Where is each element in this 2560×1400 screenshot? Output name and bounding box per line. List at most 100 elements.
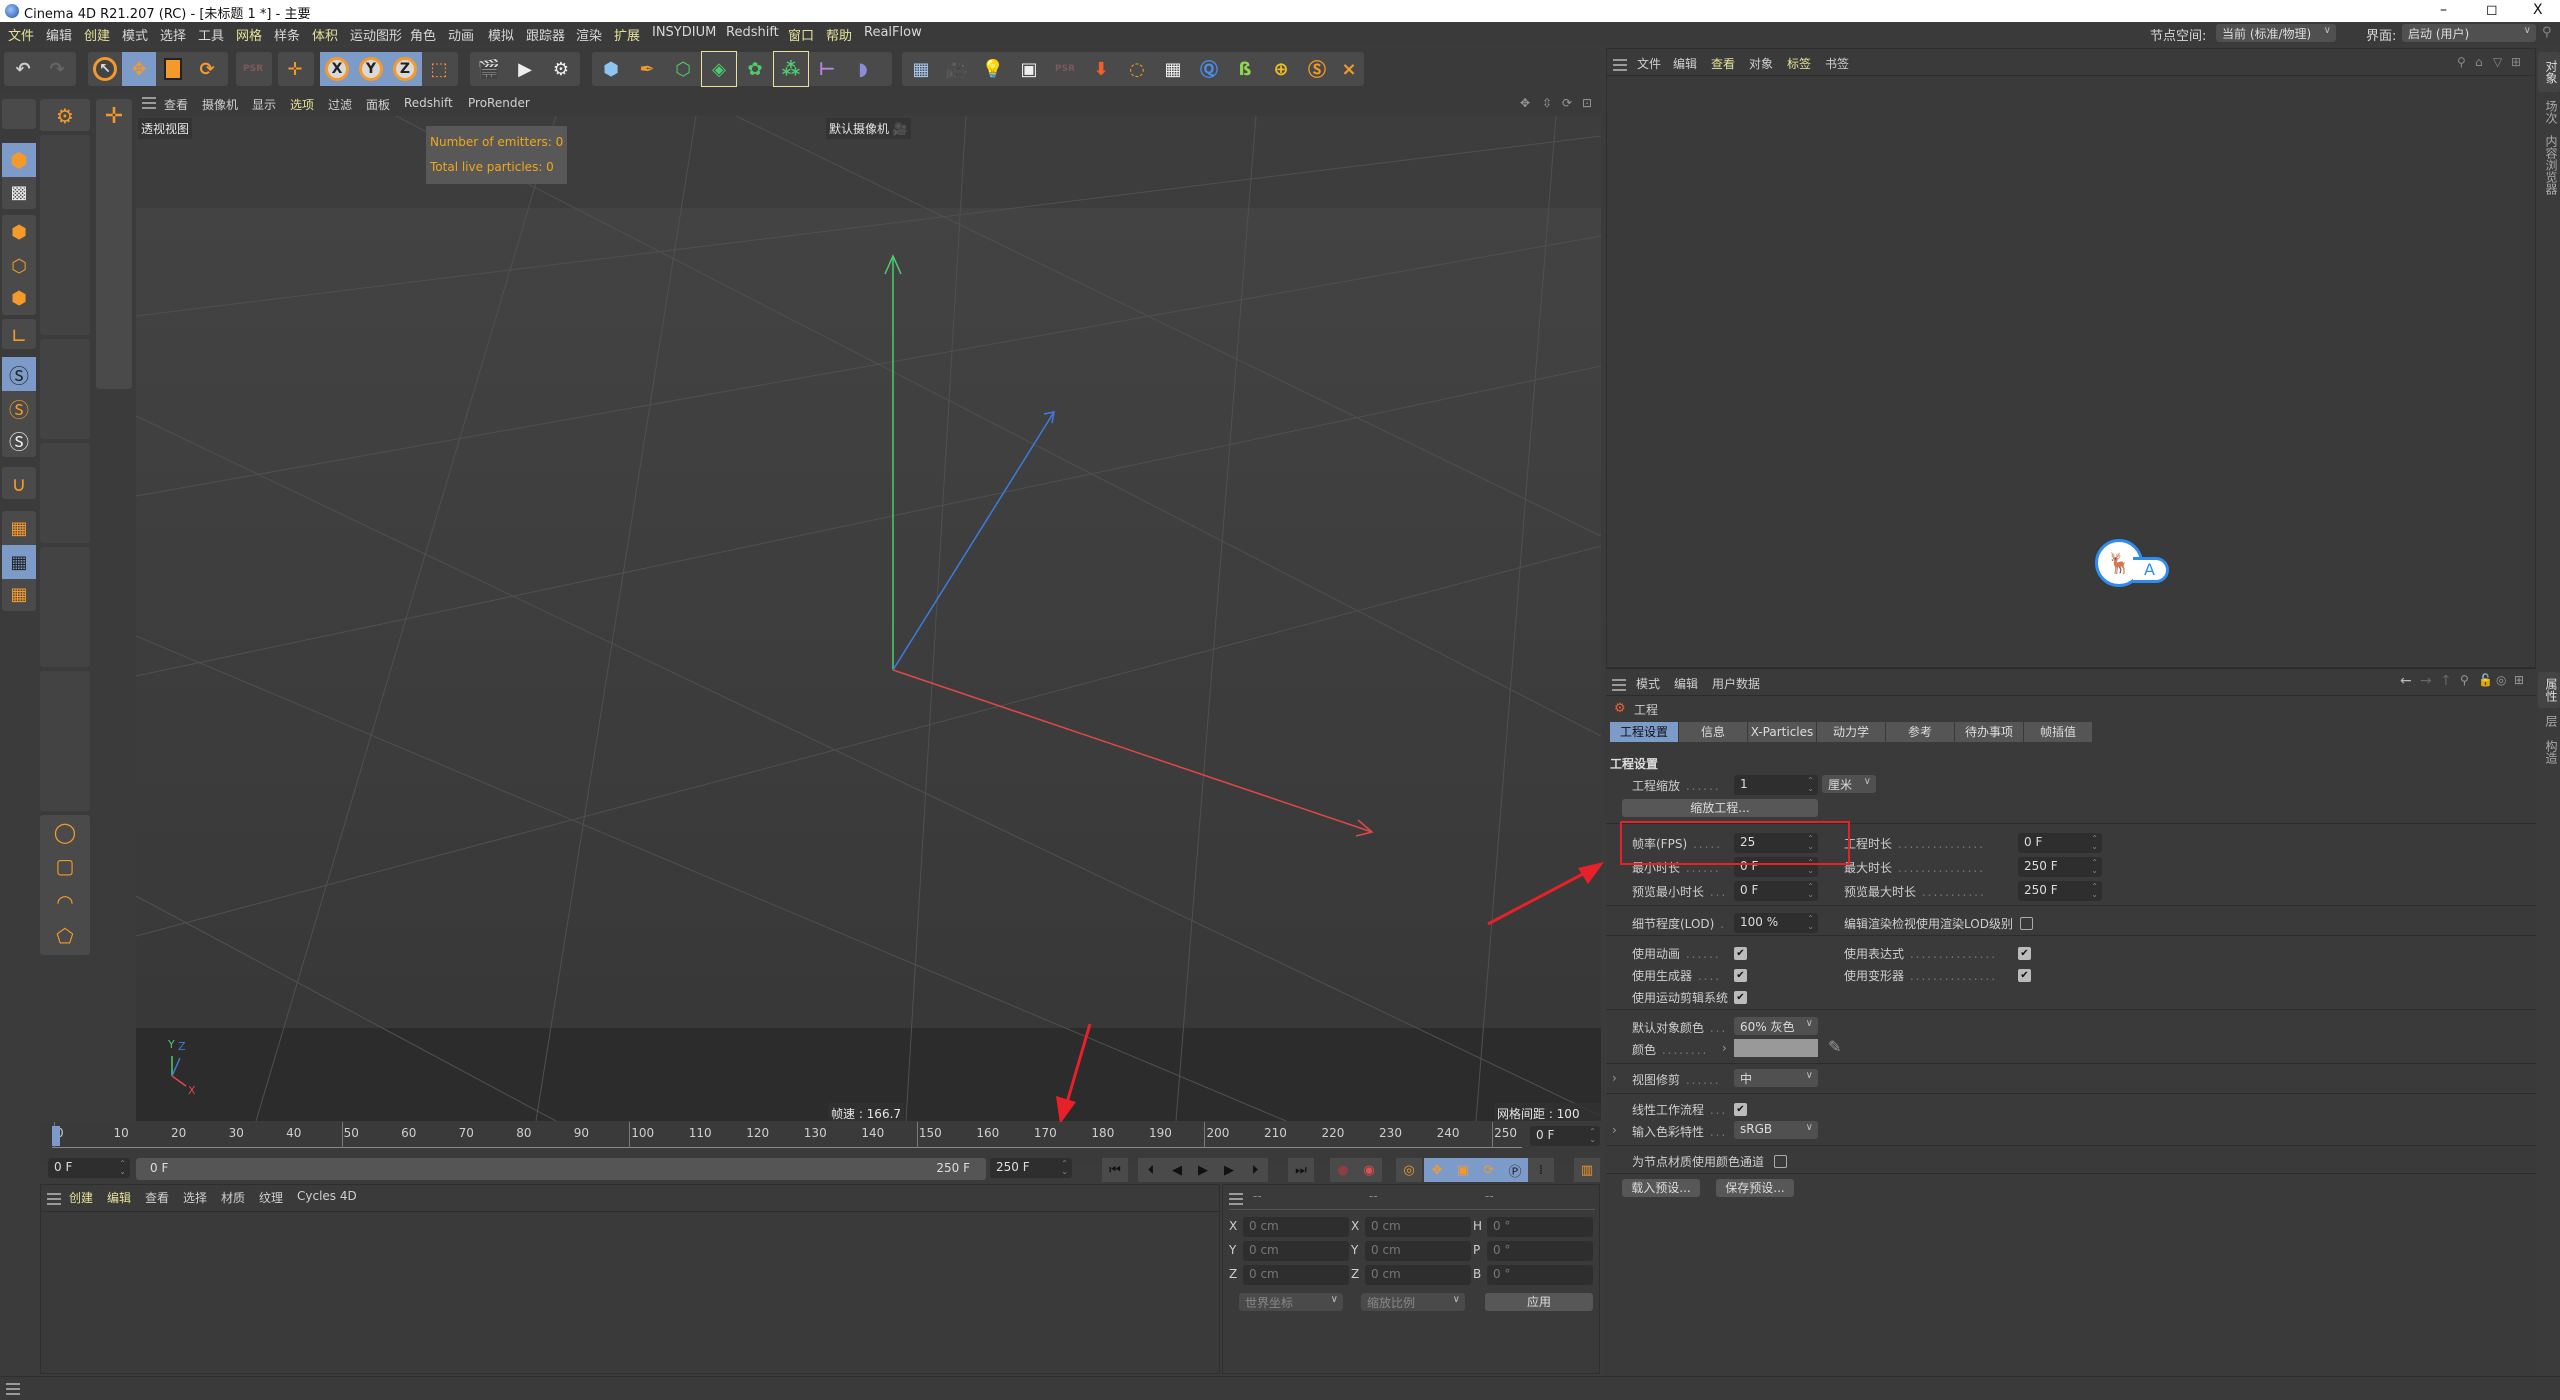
minimize-button[interactable]: –: [2440, 2, 2447, 18]
next-frame-button[interactable]: ▶: [1216, 1158, 1242, 1182]
restore-button[interactable]: ◻: [2486, 2, 2498, 18]
timeline-window-icon[interactable]: ▥: [1574, 1158, 1600, 1182]
subdivision-icon[interactable]: ⬡: [666, 52, 700, 86]
go-to-start-button[interactable]: ⏮: [1102, 1158, 1128, 1182]
layout-dropdown[interactable]: 启动 (用户) ∨: [2402, 24, 2536, 42]
new-window-icon[interactable]: ⊞: [2511, 55, 2521, 69]
coord-value-field[interactable]: 0 °: [1487, 1241, 1593, 1261]
frame-ruler[interactable]: 0102030405060708090100110120130140150160…: [52, 1122, 1522, 1148]
default-color-dropdown[interactable]: 60% 灰色 ∨: [1734, 1017, 1818, 1035]
z-axis-lock-button[interactable]: Z: [388, 52, 422, 86]
use-motion-checkbox[interactable]: ✔: [1734, 991, 1747, 1004]
expand-arrow-icon[interactable]: ›: [1722, 1041, 1727, 1055]
play-button[interactable]: ▶: [1190, 1158, 1216, 1182]
viewport-menu-prorender[interactable]: ProRender: [468, 96, 530, 110]
node-color-checkbox[interactable]: [1774, 1155, 1787, 1168]
move-tool-icon[interactable]: ✥: [122, 52, 156, 86]
field-icon[interactable]: ◗: [846, 52, 880, 86]
maximize-view-icon[interactable]: ⊡: [1582, 96, 1592, 110]
menu-render[interactable]: 渲染: [576, 25, 602, 44]
scale-tool-icon[interactable]: [156, 52, 190, 86]
menu-realflow[interactable]: RealFlow: [864, 25, 922, 40]
render-settings-icon[interactable]: ⚙: [544, 52, 578, 86]
menu-spline[interactable]: 样条: [274, 25, 300, 44]
lock-icon[interactable]: 🔓: [2478, 673, 2493, 687]
qr-plugin-icon[interactable]: Ⓠ: [1192, 52, 1226, 86]
rotate-tool-icon[interactable]: ⟳: [190, 52, 224, 86]
search-icon[interactable]: ⚲: [2460, 673, 2469, 687]
preview-max-field[interactable]: 250 F ⌃ ⌄: [2018, 881, 2102, 901]
floor-icon[interactable]: ▦: [904, 52, 938, 86]
viewport-menu-view[interactable]: 查看: [164, 96, 188, 113]
viewport-menu-options[interactable]: 选项: [290, 96, 314, 113]
playhead[interactable]: [52, 1126, 60, 1146]
forward-arrow-icon[interactable]: →: [2420, 673, 2432, 689]
keyframe-selection-icon[interactable]: ◎: [1396, 1158, 1422, 1182]
menu-window[interactable]: 窗口: [788, 25, 814, 44]
linear-workflow-checkbox[interactable]: ✔: [1734, 1103, 1747, 1116]
hamburger-icon[interactable]: [6, 1383, 20, 1395]
spinner-icon[interactable]: ⌃ ⌄: [1061, 1160, 1068, 1176]
preview-range-slider[interactable]: 0 F 250 F: [136, 1158, 986, 1180]
pan-icon[interactable]: ✥: [1520, 96, 1530, 110]
object-menu-bookmarks[interactable]: 书签: [1825, 55, 1849, 72]
side-tab-content-browser[interactable]: 内容浏览器: [2538, 130, 2560, 200]
polygons-mode-icon[interactable]: ⬢: [2, 281, 36, 315]
material-menu-material[interactable]: 材质: [221, 1189, 245, 1206]
menu-file[interactable]: 文件: [8, 25, 34, 44]
next-key-button[interactable]: ⏵: [1242, 1158, 1268, 1182]
input-method-badge[interactable]: A: [2133, 557, 2169, 583]
menu-insydium[interactable]: INSYDIUM: [652, 25, 716, 40]
material-menu-texture[interactable]: 纹理: [259, 1189, 283, 1206]
menu-extensions[interactable]: 扩展: [614, 25, 640, 44]
menu-select[interactable]: 选择: [160, 25, 186, 44]
dolly-icon[interactable]: ⇳: [1542, 96, 1552, 110]
start-frame-field[interactable]: 0 F ⌃ ⌄: [48, 1158, 130, 1178]
orbit-icon[interactable]: ⟳: [1562, 96, 1572, 110]
filter-icon[interactable]: ▽: [2493, 55, 2502, 69]
close-button[interactable]: X: [2533, 2, 2543, 18]
camera-icon[interactable]: 🎥: [940, 52, 974, 86]
menu-mesh[interactable]: 网格: [236, 25, 262, 44]
object-menu-edit[interactable]: 编辑: [1673, 55, 1697, 72]
eyedropper-icon[interactable]: ✎: [1828, 1037, 1841, 1056]
up-arrow-icon[interactable]: ↑: [2440, 673, 2452, 689]
target-circle-icon[interactable]: ◎: [2496, 673, 2506, 687]
render-lod-checkbox[interactable]: [2020, 917, 2033, 930]
magnet-button[interactable]: ∪: [2, 467, 36, 499]
expand-arrow-icon[interactable]: ›: [1612, 1123, 1617, 1137]
end-frame-field[interactable]: 250 F ⌃ ⌄: [990, 1158, 1072, 1178]
menu-simulate[interactable]: 模拟: [488, 25, 514, 44]
snap-icon[interactable]: Ⓢ: [2, 357, 36, 391]
redo-icon[interactable]: ↷: [40, 52, 74, 86]
live-selection-icon[interactable]: ◯: [48, 815, 82, 849]
side-tab-layers[interactable]: 层: [2538, 710, 2560, 732]
undo-icon[interactable]: ↶: [6, 52, 40, 86]
tab-dynamics[interactable]: 动力学: [1817, 722, 1885, 742]
workplane-align-icon[interactable]: ▦: [2, 577, 36, 611]
search-icon[interactable]: ⚲: [2542, 25, 2552, 40]
menu-mograph[interactable]: 运动图形: [350, 25, 402, 44]
record-keys-icon[interactable]: ●: [1330, 1158, 1356, 1182]
psr-reset-icon[interactable]: PSR: [1048, 52, 1082, 86]
material-menu-cycles4d[interactable]: Cycles 4D: [297, 1189, 357, 1203]
max-time-field[interactable]: 250 F ⌃ ⌄: [2018, 857, 2102, 877]
select-tool-icon[interactable]: ↖: [88, 52, 122, 86]
attr-menu-mode[interactable]: 模式: [1636, 675, 1660, 692]
project-time-field[interactable]: 0 F ⌃ ⌄: [2018, 833, 2102, 853]
view-clip-dropdown[interactable]: 中 ∨: [1734, 1069, 1818, 1087]
coord-value-field[interactable]: 0 °: [1487, 1217, 1593, 1237]
expand-arrow-icon[interactable]: ›: [1612, 1071, 1617, 1085]
spinner-icon[interactable]: ⌃ ⌄: [2091, 883, 2098, 899]
viewport-menu-filter[interactable]: 过滤: [328, 96, 352, 113]
hamburger-icon[interactable]: [1613, 59, 1627, 71]
object-menu-file[interactable]: 文件: [1637, 55, 1661, 72]
hamburger-icon[interactable]: [1229, 1193, 1243, 1205]
coord-system-dropdown[interactable]: 世界坐标 ∨: [1239, 1293, 1343, 1311]
world-axis-icon[interactable]: ✛: [278, 52, 312, 86]
lock-workplane-icon[interactable]: ▦: [2, 545, 36, 579]
coord-value-field[interactable]: 0 cm: [1365, 1265, 1471, 1285]
spinner-icon[interactable]: ⌃ ⌄: [119, 1160, 126, 1176]
viewport-menu-redshift[interactable]: Redshift: [404, 96, 453, 110]
object-menu-tags[interactable]: 标签: [1787, 55, 1811, 72]
